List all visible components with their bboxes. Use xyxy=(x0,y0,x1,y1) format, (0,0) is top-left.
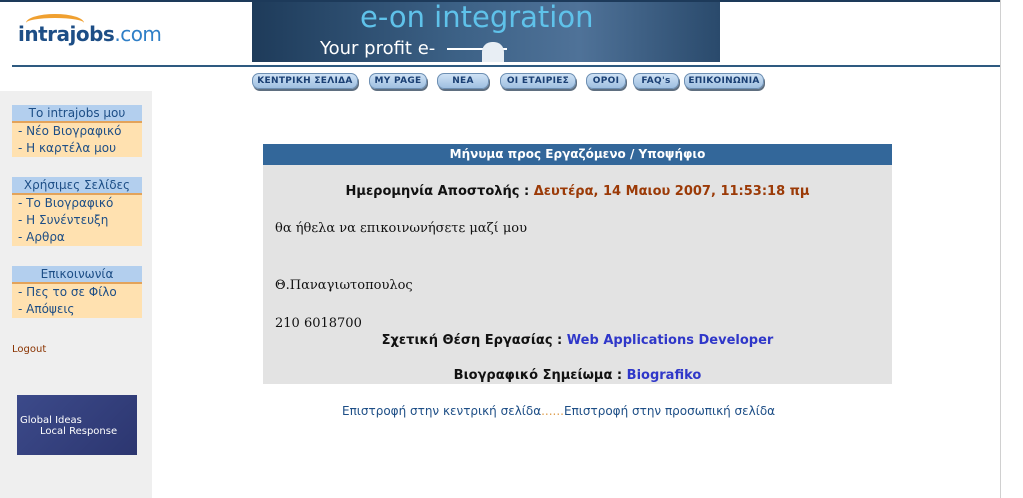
banner-subtitle: Your profit e- xyxy=(320,38,436,59)
nav-companies[interactable]: ΟΙ ΕΤΑΙΡΙΕΣ xyxy=(500,73,576,89)
message-signature: Θ.Παναγιωτοπουλος xyxy=(275,278,413,293)
back-home-link[interactable]: Επιστροφή στην κεντρική σελίδα xyxy=(342,404,541,418)
global-ideas-ad[interactable]: Global Ideas Local Response xyxy=(17,395,137,455)
logo-suffix: .com xyxy=(114,22,162,46)
send-date-value: Δευτέρα, 14 Μαιου 2007, 11:53:18 πμ xyxy=(533,184,810,199)
sidebar-group-title: Το intrajobs μου xyxy=(12,105,142,123)
nav-faq[interactable]: FAQ's xyxy=(633,73,679,89)
sidebar-group-my-intrajobs: Το intrajobs μου - Νέο Βιογραφικό - Η κα… xyxy=(12,105,142,157)
message-panel: Μήνυμα προς Εργαζόμενο / Υποψήφιο Ημερομ… xyxy=(263,144,892,384)
ad-line1: Global Ideas xyxy=(20,415,82,426)
sidebar-item-opinions[interactable]: - Απόψεις xyxy=(12,301,142,318)
message-title: Μήνυμα προς Εργαζόμενο / Υποψήφιο xyxy=(263,144,892,165)
intrajobs-logo[interactable]: intrajobs.com xyxy=(18,14,188,54)
footer-links: Επιστροφή στην κεντρική σελίδα......Επισ… xyxy=(342,404,775,418)
job-position-link[interactable]: Web Applications Developer xyxy=(567,333,774,348)
sidebar-group-contact: Επικοινωνία - Πες το σε Φίλο - Απόψεις xyxy=(12,266,142,318)
sidebar-item-cv[interactable]: - Το Βιογραφικό xyxy=(12,195,142,212)
message-phone: 210 6018700 xyxy=(275,316,362,331)
cv-label: Βιογραφικό Σημείωμα : xyxy=(453,368,623,383)
link-separator: ...... xyxy=(541,404,564,418)
cv-row: Βιογραφικό Σημείωμα : Biografiko xyxy=(263,368,892,383)
cv-link[interactable]: Biografiko xyxy=(627,368,702,383)
nav-contact[interactable]: ΕΠΙΚΟΙΝΩΝΙΑ xyxy=(684,73,764,89)
ad-line2: Local Response xyxy=(40,426,118,437)
sidebar-item-my-card[interactable]: - Η καρτέλα μου xyxy=(12,140,142,157)
banner-title: e-on integration xyxy=(360,2,594,34)
sidebar-group-title: Επικοινωνία xyxy=(12,266,142,284)
send-date-row: Ημερομηνία Αποστολής : Δευτέρα, 14 Μαιου… xyxy=(263,184,892,199)
sidebar-item-tell-friend[interactable]: - Πες το σε Φίλο xyxy=(12,284,142,301)
sidebar-group-useful-pages: Χρήσιμες Σελίδες - Το Βιογραφικό - Η Συν… xyxy=(12,177,142,246)
logo-word: intrajobs xyxy=(18,22,115,46)
sidebar-group-title: Χρήσιμες Σελίδες xyxy=(12,177,142,195)
job-position-row: Σχετική Θέση Εργασίας : Web Applications… xyxy=(263,333,892,348)
nav-terms[interactable]: ΟΡΟΙ xyxy=(586,73,626,89)
nav-my-page[interactable]: MY PAGE xyxy=(369,73,427,89)
header-divider xyxy=(12,65,1002,67)
logo-text: intrajobs.com xyxy=(18,22,162,46)
banner-decor-shape xyxy=(482,42,504,62)
sidebar-item-interview[interactable]: - Η Συνέντευξη xyxy=(12,212,142,229)
message-body-line: θα ήθελα να επικοινωνήσετε μαζί μου xyxy=(275,221,528,236)
job-position-label: Σχετική Θέση Εργασίας : xyxy=(381,333,563,348)
logout-link[interactable]: Logout xyxy=(12,344,46,355)
sidebar-item-articles[interactable]: - Αρθρα xyxy=(12,229,142,246)
back-personal-link[interactable]: Επιστροφή στην προσωπική σελίδα xyxy=(564,404,775,418)
nav-home[interactable]: ΚΕΝΤΡΙΚΗ ΣΕΛΙΔΑ xyxy=(252,73,358,89)
send-date-label: Ημερομηνία Αποστολής : xyxy=(345,184,530,199)
nav-news[interactable]: ΝΕΑ xyxy=(437,73,489,89)
right-edge xyxy=(1000,0,1023,498)
header-banner[interactable]: e-on integration Your profit e- xyxy=(252,2,720,62)
sidebar-item-new-cv[interactable]: - Νέο Βιογραφικό xyxy=(12,123,142,140)
